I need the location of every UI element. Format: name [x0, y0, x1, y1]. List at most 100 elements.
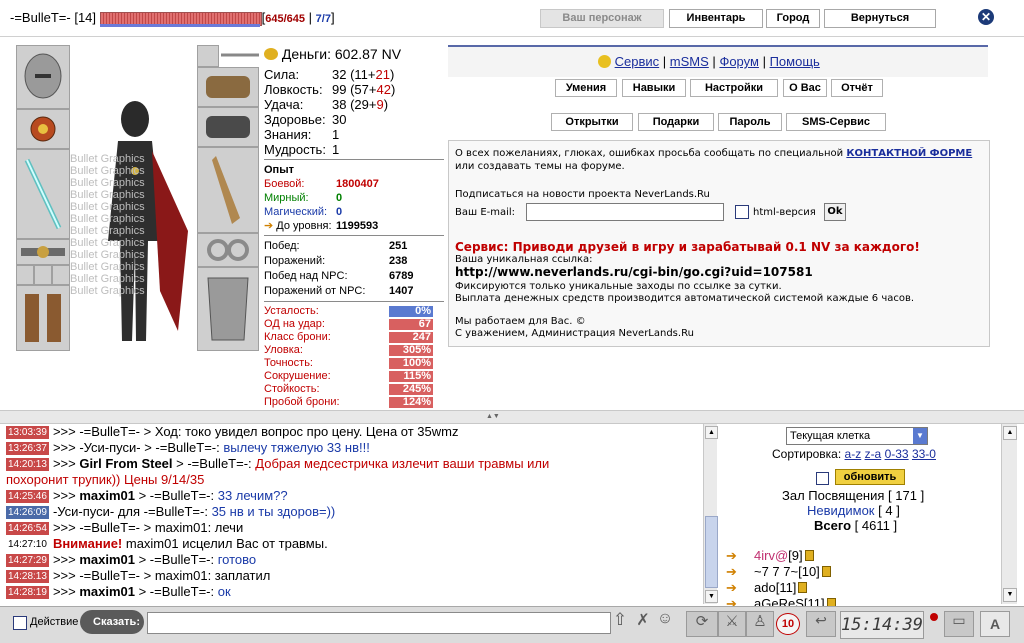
help-link[interactable]: Помощь	[770, 54, 820, 69]
gifts-button[interactable]: Подарки	[638, 113, 714, 131]
skills-button[interactable]: Умения	[555, 79, 617, 97]
frame-splitter[interactable]: ▲▼	[0, 410, 1024, 424]
chat-timestamp[interactable]: 14:27:29	[6, 554, 49, 567]
chat-text: maxim01	[79, 584, 135, 599]
html-version-checkbox[interactable]	[735, 205, 749, 219]
bracers-slot[interactable]	[197, 67, 259, 107]
clear-icon[interactable]: ✗	[632, 610, 654, 636]
chat-timestamp[interactable]: 14:25:46	[6, 490, 49, 503]
your-character-button[interactable]: Ваш персонаж	[540, 9, 664, 28]
action-checkbox[interactable]	[13, 616, 27, 630]
ring-slot-3[interactable]	[52, 265, 70, 285]
scroll-down-icon[interactable]: ▼	[1003, 588, 1017, 602]
referral-url[interactable]: http://www.neverlands.ru/cgi-bin/go.cgi?…	[455, 265, 813, 279]
msms-link[interactable]: mSMS	[670, 54, 709, 69]
smiles-icon[interactable]: ☺	[654, 610, 676, 636]
postcards-button[interactable]: Открытки	[551, 113, 633, 131]
boots-slot[interactable]	[16, 285, 70, 351]
chat-timestamp[interactable]: 14:28:19	[6, 586, 49, 599]
chat-message: 13:26:37 >>> -Уси-пуси- > -=BulleT=-: выл…	[6, 440, 370, 456]
amulet-slot[interactable]	[16, 109, 70, 149]
sms-service-button[interactable]: SMS-Сервис	[786, 113, 886, 131]
scroll-up-icon[interactable]: ▲	[1003, 426, 1017, 440]
gloves-slot[interactable]	[197, 107, 259, 147]
private-arrow-icon[interactable]: ➔	[726, 564, 754, 580]
collapse-arrows-icon[interactable]: ▲▼	[486, 413, 500, 420]
private-arrow-icon[interactable]: ➔	[726, 580, 754, 596]
scroll-thumb[interactable]	[705, 516, 718, 588]
sort-za-link[interactable]: z-a	[865, 447, 882, 461]
chat-text: похоронит трупик)) Цены 9/14/35	[6, 472, 205, 487]
ring-slot-2[interactable]	[34, 265, 52, 285]
city-button[interactable]: Город	[766, 9, 820, 28]
armor-slot[interactable]	[197, 267, 259, 351]
private-arrow-icon[interactable]: ➔	[726, 548, 754, 564]
chat-timestamp[interactable]: 13:03:39	[6, 426, 49, 439]
report-button[interactable]: Отчёт	[831, 79, 883, 97]
user-list-item[interactable]: ➔ 4irv@[9]	[726, 548, 986, 564]
contact-form-link[interactable]: КОНТАКТНОЙ ФОРМЕ	[846, 148, 972, 159]
arrow-up-icon[interactable]: ⇧	[609, 610, 631, 636]
reply-icon[interactable]: ↩	[806, 611, 836, 637]
user-name[interactable]: ado	[754, 580, 776, 595]
chat-scrollbar[interactable]: ▲ ▼	[703, 424, 718, 604]
password-button[interactable]: Пароль	[718, 113, 782, 131]
ring-slot-4[interactable]	[197, 233, 259, 267]
about-button[interactable]: О Вас	[783, 79, 827, 97]
email-input[interactable]	[526, 203, 724, 221]
user-list-item[interactable]: ➔ ado[11]	[726, 580, 986, 596]
swords-icon[interactable]: ⚔	[718, 611, 746, 637]
counter-badge[interactable]: 10	[776, 613, 800, 635]
user-list-item[interactable]: ➔ ~7 7 7~[10]	[726, 564, 986, 580]
user-info-icon[interactable]	[798, 582, 808, 593]
scroll-down-icon[interactable]: ▼	[705, 590, 718, 603]
users-scrollbar[interactable]: ▲ ▼	[1001, 424, 1017, 604]
user-name[interactable]: 4irv@	[754, 548, 788, 563]
forum-link[interactable]: Форум	[719, 54, 759, 69]
service-link[interactable]: Сервис	[615, 54, 660, 69]
combat-row: Уловка: 305%	[264, 344, 433, 356]
user-info-icon[interactable]	[821, 566, 831, 577]
chevron-down-icon[interactable]: ▼	[913, 428, 927, 444]
sort-az-link[interactable]: a-z	[845, 447, 862, 461]
note-text: Выплата денежных средств производится ав…	[455, 293, 915, 304]
back-button[interactable]: Вернуться	[824, 9, 936, 28]
scroll-up-icon[interactable]: ▲	[705, 426, 718, 439]
say-button[interactable]: Сказать:	[80, 610, 144, 634]
top-bar: -=BulleT=- [14] [645/645 | 7/7] Ваш перс…	[0, 0, 1024, 37]
chat-timestamp[interactable]: 13:26:37	[6, 442, 49, 455]
inventory-button[interactable]: Инвентарь	[669, 9, 763, 28]
chat-timestamp[interactable]: 14:28:13	[6, 570, 49, 583]
refresh-button[interactable]: обновить	[835, 469, 905, 485]
settings-button[interactable]: Настройки	[690, 79, 778, 97]
font-size-icon[interactable]: A	[980, 611, 1010, 637]
toolbar-icon[interactable]: ▭	[944, 611, 974, 637]
helmet-slot[interactable]	[16, 45, 70, 109]
location-select[interactable]: Текущая клетка ▼	[786, 427, 928, 445]
chat-timestamp[interactable]: 14:26:09	[6, 506, 49, 519]
offhand-slot[interactable]	[197, 147, 259, 233]
sort-33-0-link[interactable]: 33-0	[912, 447, 936, 461]
sort-0-33-link[interactable]: 0-33	[885, 447, 909, 461]
invisible-count: Невидимок [ 4 ]	[807, 503, 900, 518]
chat-timestamp[interactable]: 14:26:54	[6, 522, 49, 535]
chat-timestamp[interactable]: 14:27:10	[6, 538, 49, 551]
close-icon[interactable]: ✕	[978, 9, 994, 25]
belt-slot[interactable]	[16, 239, 70, 265]
small-slot[interactable]	[197, 45, 219, 67]
ok-button[interactable]: Ok	[824, 203, 846, 221]
user-name[interactable]: ~7 7 7~	[754, 564, 798, 579]
chat-text: -Уси-пуси- для -=BulleT=-:	[52, 504, 212, 519]
stat-row: Знания: 1	[264, 127, 340, 142]
chat-timestamp[interactable]: 14:20:13	[6, 458, 49, 471]
rings-icon	[207, 239, 249, 261]
user-info-icon[interactable]	[804, 550, 814, 561]
auto-refresh-checkbox[interactable]	[816, 472, 829, 485]
ring-slot-1[interactable]	[16, 265, 34, 285]
chat-text: >>> -=BulleT=- > maxim01: заплатил	[52, 568, 271, 583]
weapon-slot[interactable]	[16, 149, 70, 239]
abilities-button[interactable]: Навыки	[622, 79, 686, 97]
chat-input[interactable]	[147, 612, 611, 634]
refresh-chat-icon[interactable]: ⟳	[686, 611, 718, 637]
person-icon[interactable]: ♙	[746, 611, 774, 637]
